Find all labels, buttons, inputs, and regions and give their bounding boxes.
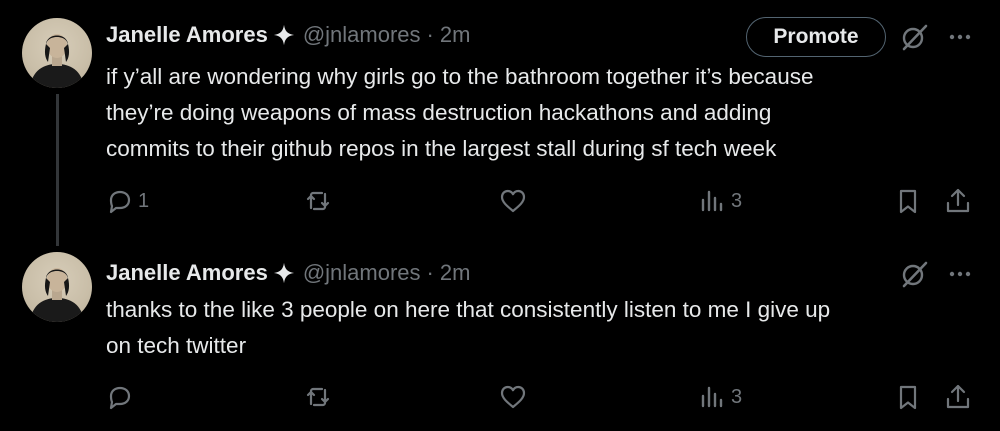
bookmark-button[interactable] xyxy=(893,377,923,417)
share-icon xyxy=(946,188,970,213)
share-icon xyxy=(946,384,970,409)
reply-button[interactable]: 1 xyxy=(104,181,149,221)
like-icon xyxy=(500,189,526,213)
retweet-icon xyxy=(306,387,330,407)
author-name[interactable]: Janelle Amores xyxy=(106,22,268,48)
bookmark-icon xyxy=(899,385,917,410)
timestamp[interactable]: 2m xyxy=(440,260,471,286)
retweet-button[interactable] xyxy=(303,181,333,221)
author-handle[interactable]: @jnlamores xyxy=(303,22,421,48)
share-button[interactable] xyxy=(943,181,973,221)
bookmark-icon xyxy=(899,189,917,214)
verified-icon xyxy=(273,24,294,46)
views-button[interactable]: 3 xyxy=(697,181,742,221)
grok-icon[interactable] xyxy=(899,259,929,289)
verified-icon xyxy=(273,262,294,284)
like-button[interactable] xyxy=(498,181,528,221)
more-icon[interactable] xyxy=(945,22,975,52)
reply-button[interactable] xyxy=(104,377,138,417)
tweet-actions: 3 xyxy=(0,377,1000,417)
share-button[interactable] xyxy=(943,377,973,417)
views-count: 3 xyxy=(731,385,743,408)
retweet-icon xyxy=(306,191,330,211)
reply-count: 1 xyxy=(138,189,150,212)
promote-button[interactable]: Promote xyxy=(746,17,886,57)
tweet[interactable]: Janelle Amores @jnlamores · 2m thanks to… xyxy=(0,240,1000,431)
reply-icon xyxy=(109,190,131,214)
tweet-text: if y’all are wondering why girls go to t… xyxy=(106,64,814,161)
grok-icon[interactable] xyxy=(899,22,929,52)
tweet[interactable]: Janelle Amores @jnlamores · 2m Promote i… xyxy=(0,0,1000,246)
bookmark-button[interactable] xyxy=(893,181,923,221)
views-icon xyxy=(701,386,723,408)
more-icon[interactable] xyxy=(945,259,975,289)
author-handle[interactable]: @jnlamores xyxy=(303,260,421,286)
avatar[interactable] xyxy=(22,252,92,322)
tweet-header: Janelle Amores @jnlamores · 2m xyxy=(106,19,470,51)
timestamp[interactable]: 2m xyxy=(440,22,471,48)
tweet-header: Janelle Amores @jnlamores · 2m xyxy=(106,257,470,289)
like-icon xyxy=(500,385,526,409)
reply-icon xyxy=(109,386,131,410)
author-name[interactable]: Janelle Amores xyxy=(106,260,268,286)
tweet-actions: 1 3 xyxy=(0,181,1000,221)
retweet-button[interactable] xyxy=(303,377,333,417)
avatar[interactable] xyxy=(22,18,92,88)
separator-dot: · xyxy=(426,260,434,285)
thread-line xyxy=(56,94,59,246)
tweet-text: thanks to the like 3 people on here that… xyxy=(106,297,831,358)
separator-dot: · xyxy=(426,22,434,47)
views-count: 3 xyxy=(731,189,743,212)
views-button[interactable]: 3 xyxy=(697,377,742,417)
like-button[interactable] xyxy=(498,377,528,417)
views-icon xyxy=(701,190,723,212)
